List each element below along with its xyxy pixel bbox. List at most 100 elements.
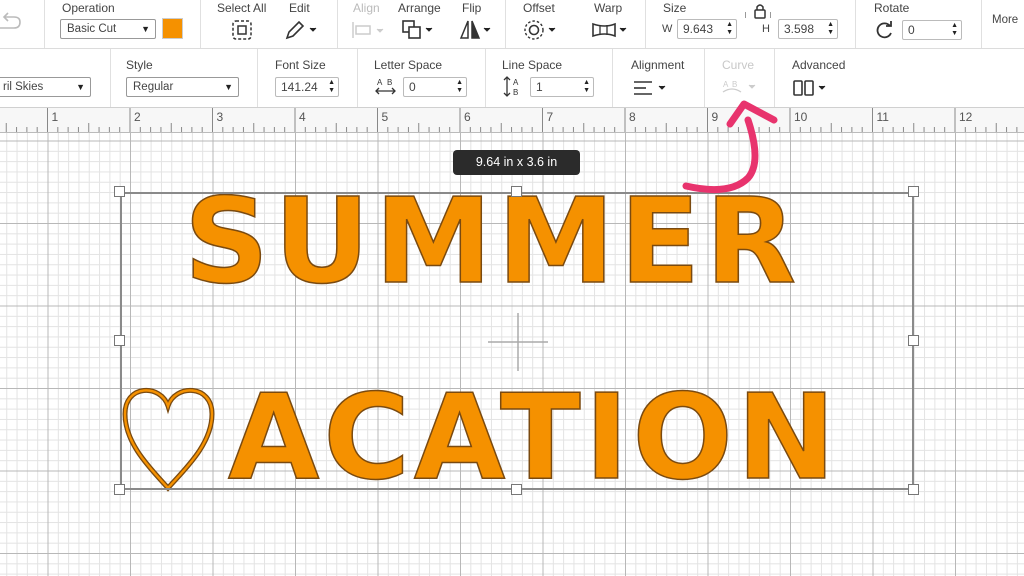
svg-text:B: B [732, 80, 737, 89]
chevron-down-icon: ▼ [141, 24, 150, 34]
stepper-icon[interactable]: ▲ ▼ [726, 21, 733, 37]
line-space-value: 1 [536, 80, 543, 94]
align-left-icon[interactable] [632, 79, 670, 97]
font-size-value: 141.24 [281, 80, 318, 94]
resize-handle[interactable] [908, 335, 919, 346]
text-toolbar: ril Skies ▼ Style Regular ▼ Font Size 14… [0, 49, 1024, 108]
style-value: Regular [133, 81, 174, 93]
ruler-label: 5 [382, 110, 389, 124]
style-label: Style [126, 58, 153, 72]
alignment-label: Alignment [631, 58, 685, 72]
separator [704, 49, 705, 107]
top-toolbar: Operation Basic Cut ▼ Select All Edit Al… [0, 0, 1024, 49]
style-select[interactable]: Regular ▼ [126, 77, 239, 97]
line-space-icon: A B [503, 76, 519, 97]
offset-label: Offset [523, 1, 555, 15]
pencil-icon[interactable] [284, 19, 318, 41]
operation-select[interactable]: Basic Cut ▼ [60, 19, 156, 39]
ruler-label: 2 [134, 110, 141, 124]
width-input[interactable]: 9.643 ▲ ▼ [677, 19, 737, 39]
advanced-label: Advanced [792, 58, 846, 72]
width-value: 9.643 [683, 22, 714, 36]
more-menu[interactable]: More [992, 14, 1018, 26]
ruler-label: 11 [877, 110, 890, 124]
size-label: Size [663, 1, 687, 15]
lock-bracket [770, 12, 771, 18]
line-space-label: Line Space [502, 58, 563, 72]
flip-label: Flip [462, 1, 482, 15]
separator [612, 49, 613, 107]
height-label: H [762, 23, 770, 35]
height-input[interactable]: 3.598 ▲ ▼ [778, 19, 838, 39]
resize-handle[interactable] [511, 484, 522, 495]
lock-icon[interactable] [753, 3, 767, 19]
svg-text:A: A [377, 78, 383, 87]
svg-text:B: B [513, 88, 518, 97]
lock-bracket [745, 12, 746, 18]
ruler-label: 1 [52, 110, 59, 124]
rotate-input[interactable]: 0 ▲ ▼ [902, 20, 962, 40]
resize-handle[interactable] [114, 186, 125, 197]
resize-handle[interactable] [908, 484, 919, 495]
edit-label: Edit [289, 1, 310, 15]
svg-text:A: A [513, 78, 519, 87]
separator [981, 0, 982, 48]
resize-handle[interactable] [114, 484, 125, 495]
stepper-icon[interactable]: ▲ ▼ [456, 79, 463, 95]
ruler-ticks: 1 2 3 4 5 6 7 8 9 10 11 12 [5, 108, 1018, 132]
ruler-label: 10 [794, 110, 808, 124]
flip-icon[interactable] [459, 19, 493, 41]
arrange-label: Arrange [398, 1, 441, 15]
font-select[interactable]: ril Skies ▼ [0, 77, 91, 97]
resize-handle[interactable] [908, 186, 919, 197]
center-crosshair [488, 313, 548, 371]
resize-handle[interactable] [511, 186, 522, 197]
warp-icon[interactable] [591, 20, 629, 40]
stepper-icon[interactable]: ▲ ▼ [951, 22, 958, 38]
separator [44, 0, 45, 48]
letter-space-label: Letter Space [374, 58, 443, 72]
letter-space-input[interactable]: 0 ▲ ▼ [403, 77, 467, 97]
stepper-icon[interactable]: ▲ ▼ [328, 79, 335, 95]
chevron-down-icon: ▼ [224, 82, 233, 92]
operation-label: Operation [62, 1, 115, 15]
color-swatch[interactable] [162, 18, 183, 39]
svg-text:B: B [387, 78, 392, 87]
offset-icon[interactable] [522, 18, 558, 42]
ruler-label: 3 [217, 110, 224, 124]
select-all-icon[interactable] [231, 19, 253, 41]
ruler-label: 7 [547, 110, 554, 124]
height-value: 3.598 [784, 22, 815, 36]
curve-label: Curve [722, 58, 755, 72]
ruler-label: 4 [299, 110, 306, 124]
rotate-icon[interactable] [873, 20, 895, 40]
align-icon [352, 22, 384, 38]
letter-space-icon: A B [375, 78, 396, 95]
separator [505, 0, 506, 48]
ruler-label: 6 [464, 110, 471, 124]
stepper-icon[interactable]: ▲ ▼ [583, 79, 590, 95]
resize-handle[interactable] [114, 335, 125, 346]
font-size-input[interactable]: 141.24 ▲ ▼ [275, 77, 339, 97]
arrange-icon[interactable] [401, 19, 435, 41]
rotate-value: 0 [908, 23, 915, 37]
ruler-label: 8 [629, 110, 636, 124]
operation-value: Basic Cut [67, 23, 117, 35]
select-all-label: Select All [217, 1, 267, 15]
chevron-down-icon: ▼ [76, 82, 85, 92]
redo-icon[interactable] [0, 10, 24, 32]
horizontal-ruler: 1 2 3 4 5 6 7 8 9 10 11 12 [0, 108, 1024, 133]
ruler-label: 12 [959, 110, 973, 124]
letter-space-value: 0 [409, 80, 416, 94]
advanced-icon[interactable] [792, 79, 830, 97]
font-value: ril Skies [3, 81, 44, 93]
stepper-icon[interactable]: ▲ ▼ [827, 21, 834, 37]
font-size-label: Font Size [275, 58, 326, 72]
separator [110, 49, 111, 107]
separator [645, 0, 646, 48]
separator [485, 49, 486, 107]
size-tooltip: 9.64 in x 3.6 in [453, 150, 580, 175]
svg-text:A: A [723, 80, 729, 89]
line-space-input[interactable]: 1 ▲ ▼ [530, 77, 594, 97]
separator [200, 0, 201, 48]
